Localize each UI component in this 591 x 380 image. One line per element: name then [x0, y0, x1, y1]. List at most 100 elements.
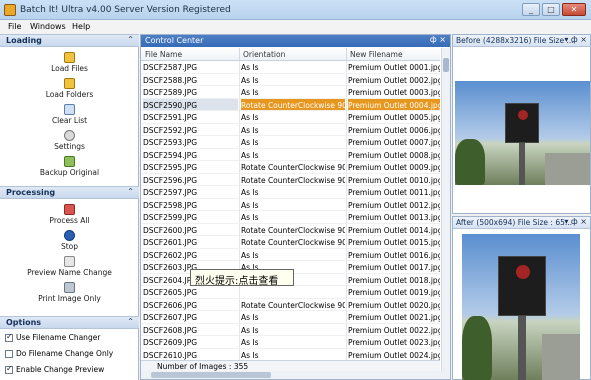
image-count: Number of Images : 355	[157, 362, 249, 371]
title-bar: Batch It! Ultra v4.00 Server Version Reg…	[0, 0, 591, 20]
table-row[interactable]: DSCF2589.JPG As Is Premium Outlet 0003.jpg	[141, 86, 440, 99]
collapse-icon[interactable]: ⌃	[127, 35, 134, 44]
table-row[interactable]: DSCF2594.JPG As Is Premium Outlet 0008.jpg	[141, 148, 440, 161]
cell-filename: DSCF2597.JPG	[143, 188, 198, 197]
app-icon	[4, 4, 16, 16]
preview-name-change-label: Preview Name Change	[27, 268, 112, 277]
load-folders-button[interactable]: Load Folders	[0, 78, 139, 99]
preview-name-change-button[interactable]: Preview Name Change	[0, 256, 139, 277]
load-files-button[interactable]: Load Files	[0, 52, 139, 73]
do-filename-change-only-option[interactable]: Do Filename Change Only	[5, 349, 113, 358]
backup-original-button[interactable]: Backup Original	[0, 156, 139, 177]
processing-title: Processing	[6, 188, 56, 197]
checkbox[interactable]	[5, 350, 13, 358]
cell-filename: DSCF2592.JPG	[143, 125, 198, 135]
menu-help[interactable]: Help	[72, 22, 90, 31]
table-row[interactable]: DSCF2595.JPG Rotate CounterClockwise 90° P…	[141, 161, 440, 174]
table-row[interactable]: DSCF2602.JPG As Is Premium Outlet 0016.jpg	[141, 248, 440, 261]
processing-section-header[interactable]: Processing ⌃	[0, 186, 139, 199]
backup-original-label: Backup Original	[39, 168, 100, 177]
table-row[interactable]: DSCF2593.JPG As Is Premium Outlet 0007.jpg	[141, 136, 440, 149]
cell-new-filename: Premium Outlet 0005.jpg	[348, 113, 440, 122]
cell-filename: DSCF2607.JPG	[143, 313, 198, 322]
scroll-thumb[interactable]	[443, 58, 449, 72]
table-row[interactable]: DSCF2600.JPG Rotate CounterClockwise 90° P…	[141, 223, 440, 236]
cell-orientation: As Is	[241, 113, 259, 122]
cell-new-filename: Premium Outlet 0007.jpg	[348, 138, 440, 147]
option-label: Enable Change Preview	[16, 365, 105, 374]
process-all-button[interactable]: Process All	[0, 204, 139, 225]
cell-orientation: Rotate CounterClockwise 90°	[241, 163, 345, 172]
table-row[interactable]: DSCF2607.JPG As Is Premium Outlet 0021.jpg	[141, 311, 440, 324]
cell-filename: DSCF2602.JPG	[143, 250, 198, 260]
table-row[interactable]: DSCF2599.JPG As Is Premium Outlet 0013.jpg	[141, 211, 440, 224]
cell-orientation: As Is	[241, 63, 259, 72]
table-row[interactable]: DSCF2587.JPG As Is Premium Outlet 0001.jpg	[141, 61, 440, 74]
horizontal-scrollbar[interactable]	[141, 371, 450, 379]
print-image-only-button[interactable]: Print Image Only	[0, 282, 139, 303]
menu-windows[interactable]: Windows	[30, 22, 66, 31]
table-row[interactable]: DSCF2608.JPG As Is Premium Outlet 0022.jpg	[141, 323, 440, 336]
table-row[interactable]: DSCF2590.JPG Rotate CounterClockwise 90° P…	[141, 98, 440, 111]
table-row[interactable]: DSCF2609.JPG As Is Premium Outlet 0023.jpg	[141, 336, 440, 349]
loading-section-header[interactable]: Loading ⌃	[0, 34, 139, 47]
file-grid: DSCF2587.JPG As Is Premium Outlet 0001.jpg…	[141, 61, 440, 376]
cell-orientation: Rotate CounterClockwise 90°	[241, 300, 345, 310]
table-row[interactable]: DSCF2605.JPG Premium Outlet 0019.jpg	[141, 286, 440, 299]
panel-pin-close-icons[interactable]: ▾ ф ×	[564, 35, 587, 44]
stop-label: Stop	[60, 242, 79, 251]
maximize-button[interactable]: □	[542, 3, 560, 16]
menu-file[interactable]: File	[8, 22, 21, 31]
panel-pin-close-icons[interactable]: ▾ ф ×	[564, 217, 587, 226]
table-row[interactable]: DSCF2598.JPG As Is Premium Outlet 0012.jpg	[141, 198, 440, 211]
cell-filename: DSCF2601.JPG	[143, 238, 198, 247]
before-preview-panel: Before (4288x3216) File Size ... ▾ ф ×	[452, 34, 591, 214]
cell-filename: DSCF2595.JPG	[143, 163, 198, 172]
options-section-header[interactable]: Options ⌃	[0, 316, 139, 329]
use-filename-changer-option[interactable]: Use Filename Changer	[5, 332, 100, 342]
table-row[interactable]: DSCF2601.JPG Rotate CounterClockwise 90° P…	[141, 236, 440, 249]
enable-change-preview-option[interactable]: Enable Change Preview	[5, 364, 105, 374]
preview-icon	[64, 256, 75, 267]
loading-title: Loading	[6, 36, 42, 45]
cell-new-filename: Premium Outlet 0006.jpg	[348, 125, 440, 135]
cell-filename: DSCF2605.JPG	[143, 288, 198, 297]
collapse-icon[interactable]: ⌃	[127, 317, 134, 326]
cell-filename: DSCF2599.JPG	[143, 213, 198, 222]
scroll-thumb[interactable]	[151, 372, 271, 378]
cell-new-filename: Premium Outlet 0019.jpg	[348, 288, 440, 297]
cell-new-filename: Premium Outlet 0024.jpg	[348, 350, 440, 360]
before-preview-header: Before (4288x3216) File Size ... ▾ ф ×	[453, 35, 590, 47]
column-header-orientation[interactable]: Orientation	[243, 50, 285, 59]
collapse-icon[interactable]: ⌃	[127, 187, 134, 196]
column-header-filename[interactable]: File Name	[145, 50, 182, 59]
cell-new-filename: Premium Outlet 0003.jpg	[348, 88, 440, 97]
table-row[interactable]: DSCF2596.JPG Rotate CounterClockwise 90° P…	[141, 173, 440, 186]
close-button[interactable]: ✕	[562, 3, 586, 16]
table-row[interactable]: DSCF2597.JPG As Is Premium Outlet 0011.jpg	[141, 186, 440, 199]
checkbox[interactable]	[5, 332, 13, 342]
cell-new-filename: Premium Outlet 0014.jpg	[348, 225, 440, 235]
backup-icon	[64, 156, 75, 167]
cell-orientation: As Is	[241, 88, 259, 97]
cell-orientation: Rotate CounterClockwise 90°	[241, 98, 345, 110]
cell-filename: DSCF2598.JPG	[143, 200, 198, 210]
cell-new-filename: Premium Outlet 0020.jpg	[348, 300, 440, 310]
panel-pin-close-icons[interactable]: ф ×	[430, 35, 446, 44]
cell-new-filename: Premium Outlet 0017.jpg	[348, 263, 440, 272]
table-row[interactable]: DSCF2588.JPG As Is Premium Outlet 0002.jpg	[141, 73, 440, 86]
vertical-scrollbar[interactable]	[441, 48, 450, 374]
table-row[interactable]: DSCF2606.JPG Rotate CounterClockwise 90° P…	[141, 298, 440, 311]
settings-button[interactable]: Settings	[0, 130, 139, 151]
cell-orientation: As Is	[241, 350, 259, 360]
checkbox[interactable]	[5, 364, 13, 374]
clear-list-button[interactable]: Clear List	[0, 104, 139, 125]
cell-orientation: As Is	[241, 188, 259, 197]
stop-button[interactable]: Stop	[0, 230, 139, 251]
table-row[interactable]: DSCF2591.JPG As Is Premium Outlet 0005.jpg	[141, 111, 440, 124]
minimize-button[interactable]: _	[522, 3, 540, 16]
table-row[interactable]: DSCF2592.JPG As Is Premium Outlet 0006.jpg	[141, 123, 440, 136]
column-header-new-filename[interactable]: New Filename	[350, 50, 403, 59]
cell-filename: DSCF2590.JPG	[143, 98, 238, 110]
cell-orientation: As Is	[241, 250, 259, 260]
